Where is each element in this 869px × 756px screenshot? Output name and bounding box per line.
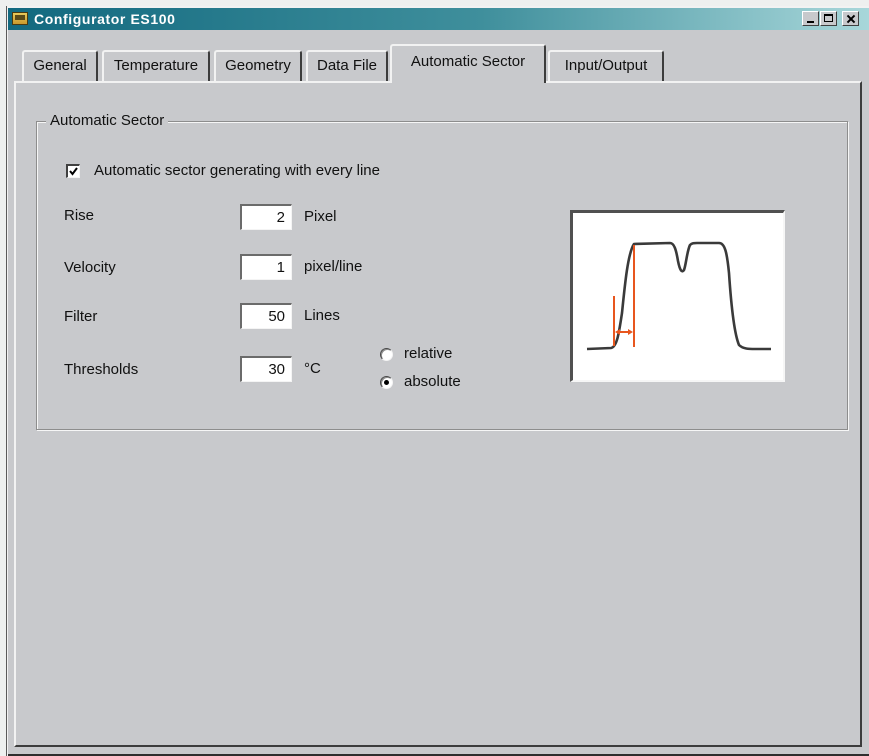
maximize-icon xyxy=(824,14,833,22)
rise-arrow-head-right xyxy=(628,329,633,335)
velocity-input[interactable] xyxy=(240,254,292,280)
group-label: Automatic Sector xyxy=(46,112,169,130)
rise-label: Rise xyxy=(64,207,95,224)
sector-profile-graphic xyxy=(586,241,771,351)
rise-input[interactable] xyxy=(240,204,292,230)
velocity-unit: pixel/line xyxy=(304,258,363,275)
tab-automatic-sector[interactable]: Automatic Sector xyxy=(390,44,546,83)
thresholds-label: Thresholds xyxy=(64,361,139,378)
minimize-button[interactable] xyxy=(802,11,819,26)
thresholds-unit: °C xyxy=(304,360,321,377)
sector-profile-illustration xyxy=(570,210,785,382)
window-title: Configurator ES100 xyxy=(34,11,176,27)
auto-sector-checkbox[interactable] xyxy=(66,164,80,178)
thresholds-input[interactable] xyxy=(240,356,292,382)
absolute-radio[interactable] xyxy=(380,376,393,389)
relative-radio-label[interactable]: relative xyxy=(404,344,452,364)
tab-input-output[interactable]: Input/Output xyxy=(548,50,664,81)
title-bar[interactable]: Configurator ES100 xyxy=(8,8,869,30)
tab-geometry[interactable]: Geometry xyxy=(214,50,302,81)
absolute-radio-label[interactable]: absolute xyxy=(404,372,461,392)
tab-temperature[interactable]: Temperature xyxy=(102,50,210,81)
filter-input[interactable] xyxy=(240,303,292,329)
velocity-label: Velocity xyxy=(64,259,116,276)
maximize-button[interactable] xyxy=(820,11,837,26)
close-icon xyxy=(845,13,857,25)
rise-unit: Pixel xyxy=(304,208,337,225)
auto-sector-checkbox-label[interactable]: Automatic sector generating with every l… xyxy=(94,161,380,181)
relative-radio[interactable] xyxy=(380,348,393,361)
minimize-icon xyxy=(807,21,814,23)
close-button[interactable] xyxy=(842,11,859,26)
tab-data-file[interactable]: Data File xyxy=(306,50,388,81)
check-icon xyxy=(69,167,78,176)
radio-dot xyxy=(384,380,389,385)
app-icon[interactable] xyxy=(12,12,28,25)
filter-label: Filter xyxy=(64,308,98,325)
tab-general[interactable]: General xyxy=(22,50,98,81)
filter-unit: Lines xyxy=(304,307,340,324)
configurator-window: Configurator ES100 General Temperature G… xyxy=(6,6,869,756)
